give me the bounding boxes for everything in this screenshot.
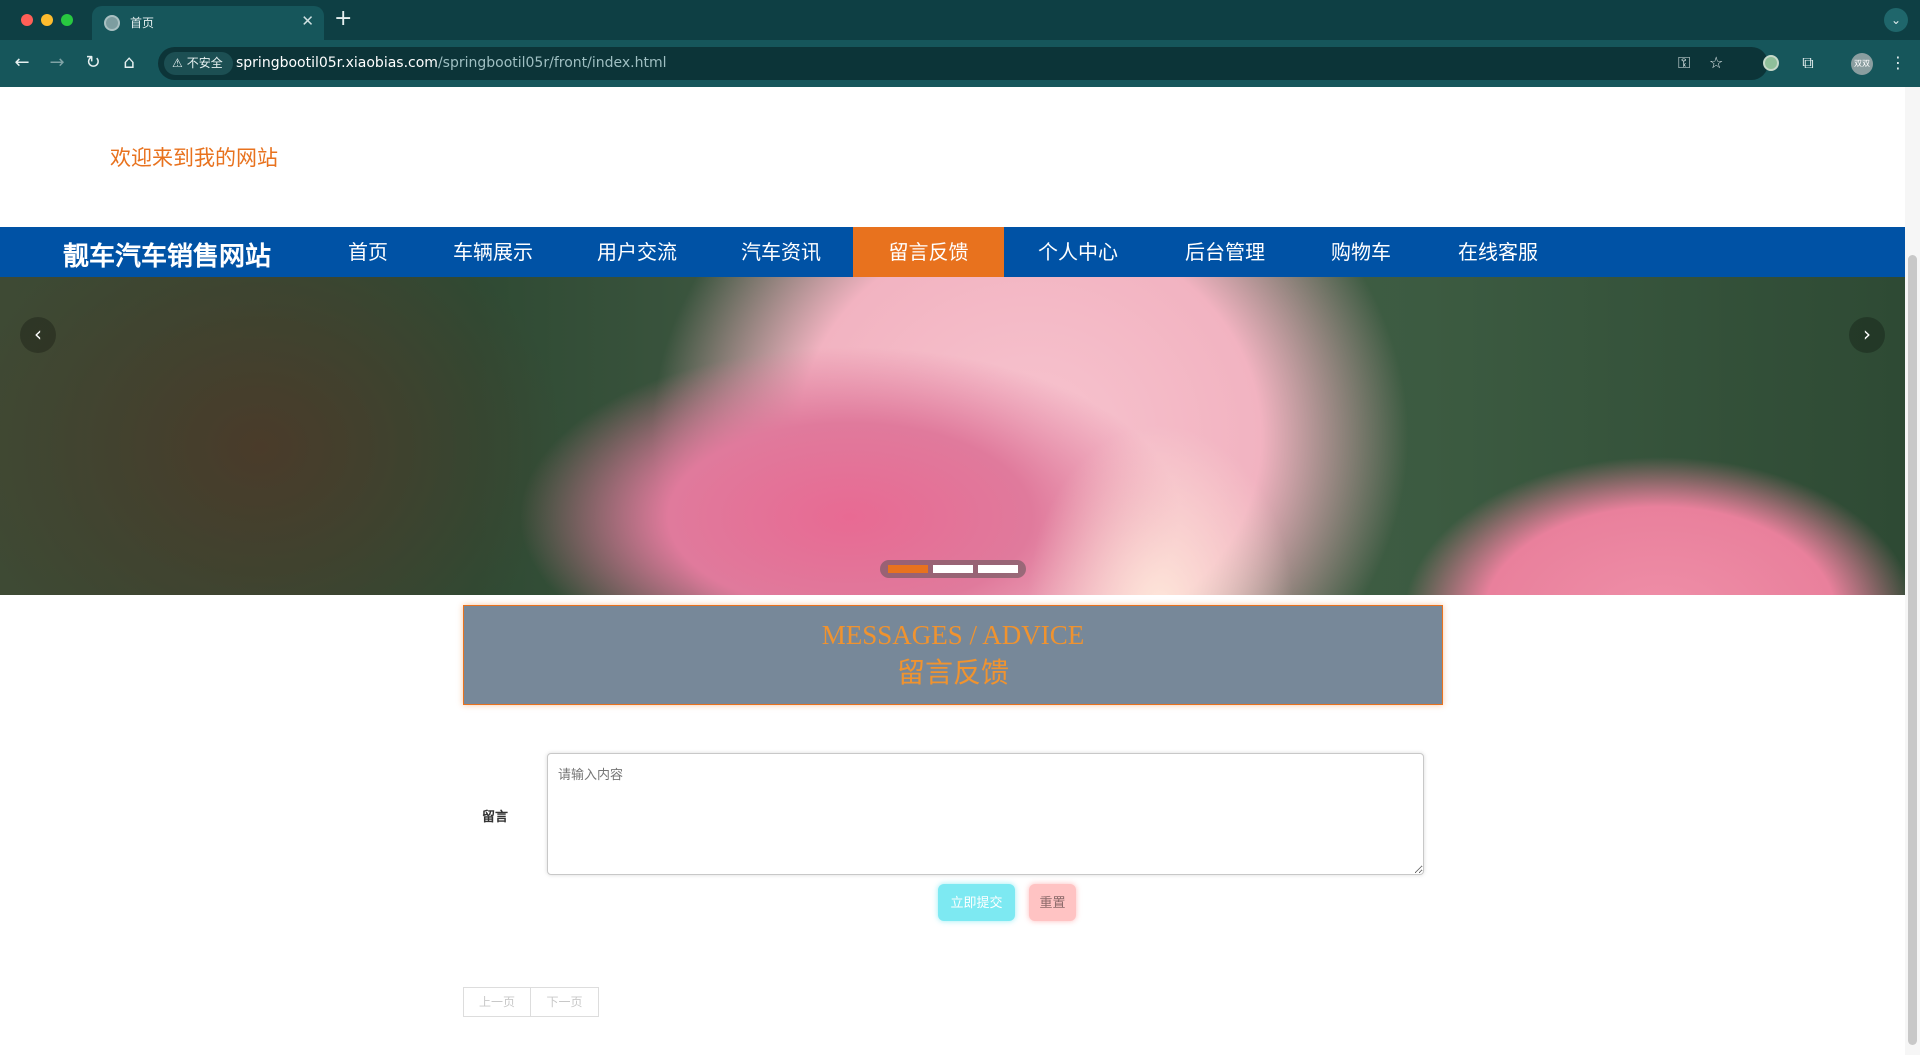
close-icon[interactable]: ✕ — [301, 12, 314, 30]
web-page: 欢迎来到我的网站 靓车汽车销售网站 首页 车辆展示 用户交流 汽车资讯 留言反馈… — [0, 87, 1905, 1055]
page-scrollbar[interactable] — [1905, 87, 1920, 1055]
maximize-window-button[interactable] — [61, 14, 73, 26]
security-label: 不安全 — [186, 56, 223, 70]
back-icon[interactable]: ← — [10, 51, 34, 75]
next-page-button[interactable]: 下一页 — [531, 987, 599, 1017]
reload-icon[interactable]: ↻ — [81, 51, 105, 75]
warning-icon: ⚠ — [172, 56, 183, 70]
star-icon[interactable]: ☆ — [1709, 53, 1723, 72]
extension-icon[interactable] — [1763, 55, 1779, 71]
chevron-left-icon[interactable]: ‹ — [20, 317, 56, 353]
message-input[interactable] — [547, 753, 1424, 875]
security-indicator[interactable]: ⚠ 不安全 — [164, 52, 233, 75]
tab-title: 首页 — [130, 16, 155, 30]
menu-icon[interactable]: ⋮ — [1888, 53, 1908, 73]
prev-page-button[interactable]: 上一页 — [463, 987, 531, 1017]
carousel-dot[interactable] — [978, 565, 1018, 573]
main-nav: 靓车汽车销售网站 首页 车辆展示 用户交流 汽车资讯 留言反馈 个人中心 后台管… — [0, 227, 1905, 277]
pagination: 上一页 下一页 — [463, 987, 599, 1017]
minimize-window-button[interactable] — [41, 14, 53, 26]
browser-tab-bar: 首页 ✕ + ⌄ — [0, 0, 1920, 40]
nav-item-feedback[interactable]: 留言反馈 — [853, 227, 1004, 277]
nav-item-community[interactable]: 用户交流 — [581, 227, 693, 277]
address-bar[interactable]: ⚠ 不安全 springbootil05r.xiaobias.com/spring… — [158, 47, 1768, 80]
avatar[interactable]: 双双 — [1851, 53, 1873, 75]
banner-carousel[interactable]: ‹ › — [0, 277, 1905, 595]
welcome-text: 欢迎来到我的网站 — [110, 146, 278, 170]
nav-item-profile[interactable]: 个人中心 — [1022, 227, 1134, 277]
reset-button[interactable]: 重置 — [1029, 884, 1076, 921]
new-tab-button[interactable]: + — [334, 7, 352, 31]
url-text[interactable]: springbootil05r.xiaobias.com/springbooti… — [236, 55, 666, 71]
section-header: MESSAGES / ADVICE 留言反馈 — [463, 605, 1443, 705]
nav-item-vehicles[interactable]: 车辆展示 — [437, 227, 549, 277]
carousel-dot[interactable] — [933, 565, 973, 573]
carousel-dot[interactable] — [888, 565, 928, 573]
puzzle-icon[interactable]: ⧉ — [1798, 53, 1818, 73]
close-window-button[interactable] — [21, 14, 33, 26]
nav-item-admin[interactable]: 后台管理 — [1169, 227, 1281, 277]
forward-icon[interactable]: → — [45, 51, 69, 75]
message-label: 留言 — [482, 810, 509, 825]
section-title-cn: 留言反馈 — [896, 658, 1009, 689]
tab-search-button[interactable]: ⌄ — [1884, 8, 1908, 32]
section-title-en: MESSAGES / ADVICE — [821, 620, 1085, 650]
chevron-right-icon[interactable]: › — [1849, 317, 1885, 353]
globe-icon — [104, 15, 120, 31]
home-icon[interactable]: ⌂ — [117, 51, 141, 75]
url-host: springbootil05r.xiaobias.com — [236, 55, 438, 71]
submit-button[interactable]: 立即提交 — [938, 884, 1015, 921]
browser-tab-home[interactable]: 首页 ✕ — [92, 6, 324, 40]
nav-item-support[interactable]: 在线客服 — [1442, 227, 1554, 277]
nav-item-cart[interactable]: 购物车 — [1313, 227, 1409, 277]
nav-item-home[interactable]: 首页 — [323, 227, 413, 277]
scrollbar-thumb[interactable] — [1908, 255, 1917, 1045]
nav-item-news[interactable]: 汽车资讯 — [725, 227, 837, 277]
carousel-indicators — [880, 560, 1026, 578]
key-icon[interactable]: ⚿ — [1678, 53, 1690, 73]
site-brand: 靓车汽车销售网站 — [63, 242, 272, 272]
url-path: /springbootil05r/front/index.html — [437, 55, 667, 71]
browser-toolbar: ← → ↻ ⌂ ⚠ 不安全 springbootil05r.xiaobias.co… — [0, 40, 1920, 87]
